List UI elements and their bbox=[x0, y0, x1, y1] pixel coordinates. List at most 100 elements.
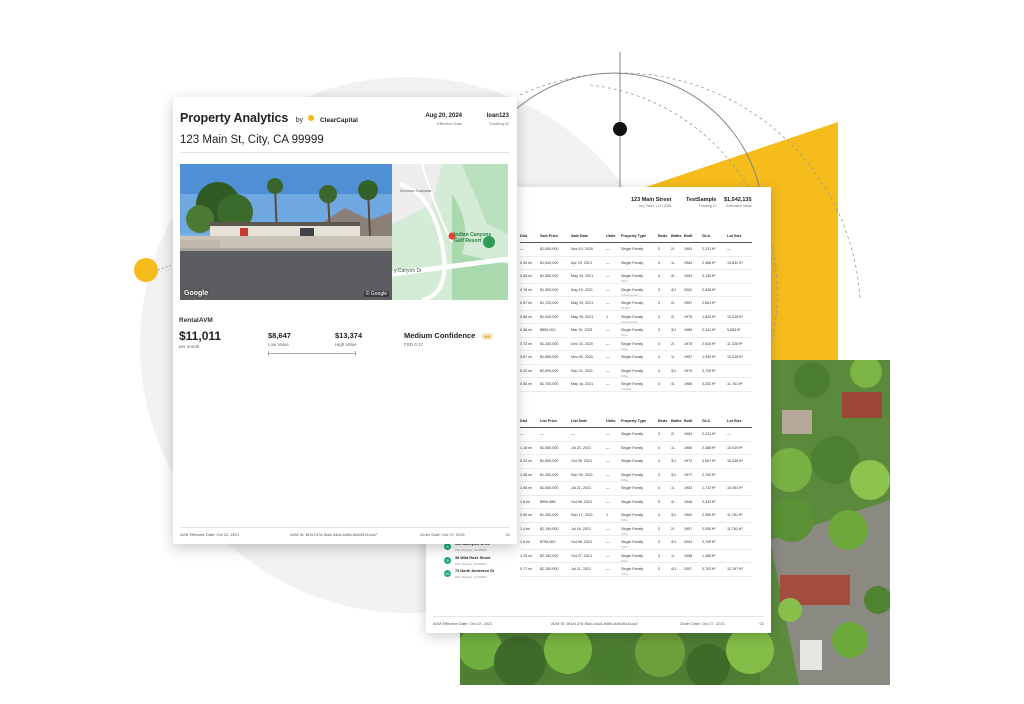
table-cell: 0.23 mi bbox=[520, 459, 533, 463]
property-address: 123 Main St, City, CA 99999 bbox=[180, 134, 324, 146]
table-row[interactable]: 1.5 mi $999,888 Oct 08, 2021 — Single Family… bbox=[520, 496, 752, 509]
avm-high-value: $13,374 bbox=[335, 331, 363, 340]
table-row[interactable]: — $1,050,000 Nov 10, 2020 — Single Family 3 2/… bbox=[520, 243, 752, 257]
table-cell: — bbox=[606, 526, 610, 531]
table-row[interactable]: 0.65 mi $1,040,000 May 20, 2021 1 Single Fam… bbox=[520, 311, 752, 324]
map-pin-icon: 8 bbox=[444, 543, 451, 550]
table-row[interactable]: 0.76 mi $1,300,000 Aug 19, 2021 — Single Fam… bbox=[520, 284, 752, 297]
table-cell: Single Family bbox=[621, 328, 644, 332]
table-cell: 3/1 bbox=[671, 513, 677, 517]
table-cell: Single Family bbox=[621, 486, 644, 490]
table-cell: 4 bbox=[658, 355, 661, 359]
table-cell: 4/- bbox=[671, 274, 676, 278]
table-cell: — bbox=[571, 432, 575, 436]
table-cell: 1.18 mi bbox=[520, 445, 533, 450]
location-map[interactable]: Indian Canyons Golf Resort y Canyon Dr A… bbox=[392, 164, 508, 300]
table-cell: 1963 bbox=[684, 432, 693, 436]
report-header: Property Analytics by ClearCapital Aug 2… bbox=[180, 109, 509, 131]
table-cell: 4/- bbox=[671, 382, 676, 386]
table-cell: $999,888 bbox=[540, 499, 556, 504]
table-cell: $1,650,000 bbox=[540, 274, 559, 278]
table-cell: $1,540,000 bbox=[540, 260, 559, 265]
table-row[interactable]: 0.67 mi $1,665,500 Nov 05, 2020 — Single Fam… bbox=[520, 351, 752, 365]
listing-address-item[interactable]: 9 38 Wild Rose Street Palm Springs, CA 922… bbox=[444, 554, 520, 568]
table-row[interactable]: — — — — Single Family 3 2/- 1963 2,231 ft² — bbox=[520, 428, 752, 442]
table-row[interactable]: 0.09 mi $1,450,000 Sep 17, 2021 1 Single Fam… bbox=[520, 509, 752, 523]
table-row[interactable]: 1.5 mi $799,000 Oct 08, 2021 — Single Family… bbox=[520, 536, 752, 550]
table-cell-subtype: Other bbox=[621, 346, 628, 351]
table-cell: 2,709 ft² bbox=[702, 540, 716, 544]
table-cell: 1/- bbox=[671, 355, 676, 359]
table-cell: 2,762 ft² bbox=[702, 472, 716, 477]
table-cell: Dec 22, 2020 bbox=[571, 341, 593, 346]
table-row[interactable]: 1.38 mi $1,450,000 Sep 29, 2021 — Single Fam… bbox=[520, 469, 752, 482]
table-row[interactable]: 1.4 mi $1,199,000 Jul 16, 2021 — Single Fami… bbox=[520, 523, 752, 536]
column-header: Sale Price bbox=[540, 234, 559, 238]
table-cell: May 19, 2021 bbox=[571, 301, 594, 305]
table-row[interactable]: 0.73 mi $1,283,000 Dec 22, 2020 — Single Fam… bbox=[520, 338, 752, 351]
table-row[interactable]: 0.38 mi $865,000 Mar 29, 2021 — Single Famil… bbox=[520, 324, 752, 338]
listing-address-item[interactable]: 10 73 North Anderson St Palm Springs, CA 9… bbox=[444, 567, 520, 581]
table-cell: 1957 bbox=[684, 301, 693, 305]
table-cell: 3,067 ft² bbox=[702, 459, 716, 463]
table-cell: 4 bbox=[658, 486, 661, 490]
table-row[interactable]: 1.08 mi $1,600,000 Jul 22, 2021 — Single Fam… bbox=[520, 482, 752, 496]
table-row[interactable]: 0.57 mi $1,725,000 May 19, 2021 — Single Fam… bbox=[520, 297, 752, 311]
table-cell: 3,703 ft² bbox=[702, 567, 716, 571]
effective-date-block: Aug 20, 2024 Effective Date bbox=[425, 113, 462, 126]
table-cell: $1,665,500 bbox=[540, 355, 559, 359]
table-cell: 1960 bbox=[684, 445, 693, 450]
table-cell: Single Family bbox=[621, 341, 644, 346]
table-cell: Single Family bbox=[621, 355, 644, 359]
avm-confidence-label: Medium Confidence bbox=[404, 331, 476, 340]
table-cell: Sep 17, 2021 bbox=[571, 513, 593, 517]
table-cell: $1,050,000 bbox=[540, 247, 559, 251]
google-copyright: © Google bbox=[363, 291, 389, 297]
table-cell: 4 bbox=[658, 368, 661, 373]
table-cell: 2,386 ft² bbox=[702, 445, 716, 450]
street-view-photo[interactable]: Google © Google bbox=[180, 164, 392, 300]
table-row[interactable]: 0.84 mi $1,700,000 May 16, 2021 — Single Fam… bbox=[520, 378, 752, 392]
table-cell: Single Family bbox=[621, 274, 644, 278]
table-cell: $1,300,000 bbox=[540, 287, 559, 292]
table-cell: $1,283,000 bbox=[540, 341, 559, 346]
table-cell: Jul 16, 2021 bbox=[571, 526, 592, 531]
column-header: Beds bbox=[658, 419, 668, 423]
table-cell: $2,699,000 bbox=[540, 368, 559, 373]
table-cell: 2,341 ft² bbox=[702, 328, 716, 332]
google-watermark: Google bbox=[184, 290, 209, 297]
table-row[interactable]: 0.08 mi $1,650,000 May 19, 2021 — Single Fam… bbox=[520, 270, 752, 284]
column-header: GLA bbox=[702, 419, 711, 423]
table-cell: 0.77 mi bbox=[520, 567, 533, 571]
table-row[interactable]: 1.25 mi $2,150,000 Oct 27, 2021 — Single Fam… bbox=[520, 550, 752, 563]
column-header: Units bbox=[606, 419, 616, 423]
table-cell: 3 bbox=[658, 341, 661, 346]
table-cell: 1.5 mi bbox=[520, 499, 531, 504]
back-value-block: $1,542,135 Estimated Value bbox=[724, 197, 752, 208]
table-cell: 0.08 mi bbox=[520, 274, 533, 278]
table-cell: $1,600,000 bbox=[540, 486, 559, 490]
table-cell: 1.5 mi bbox=[520, 540, 531, 544]
table-cell: Single Family bbox=[621, 432, 644, 436]
table-cell-subtype: Other bbox=[621, 558, 628, 563]
table-cell: 3,252 ft² bbox=[702, 382, 716, 386]
table-cell: 1953 bbox=[684, 486, 693, 490]
table-cell: — bbox=[606, 260, 610, 265]
table-row[interactable]: 0.42 mi $2,699,000 Sep 22, 2021 — Single Fam… bbox=[520, 365, 752, 378]
table-cell: 3/1 bbox=[671, 472, 677, 477]
table-cell: Nov 05, 2020 bbox=[571, 355, 593, 359]
table-row[interactable]: 0.34 mi $1,540,000 Apr 23, 2021 — Single Fam… bbox=[520, 257, 752, 270]
table-row[interactable]: 0.23 mi $1,650,000 Oct 25, 2021 — Single Fam… bbox=[520, 455, 752, 469]
listing-street-address: 73 North Anderson St bbox=[455, 569, 494, 573]
listing-street-address: 38 Wild Rose Street bbox=[455, 555, 491, 560]
table-cell: 3 bbox=[658, 540, 661, 544]
table-cell: 1975 bbox=[684, 314, 693, 319]
table-cell: Sep 29, 2021 bbox=[571, 472, 593, 477]
table-row[interactable]: 1.18 mi $1,550,000 Jul 23, 2021 — Single Fam… bbox=[520, 442, 752, 455]
table-cell: 11,761 ft² bbox=[727, 382, 743, 386]
table-cell: 1962 bbox=[684, 513, 693, 517]
table-cell: 2002 bbox=[684, 287, 693, 292]
table-cell: Apr 23, 2021 bbox=[571, 260, 593, 265]
table-row[interactable]: 0.77 mi $2,150,000 Jul 21, 2021 — Single Fam… bbox=[520, 563, 752, 577]
table-cell: 2004 bbox=[684, 540, 693, 544]
